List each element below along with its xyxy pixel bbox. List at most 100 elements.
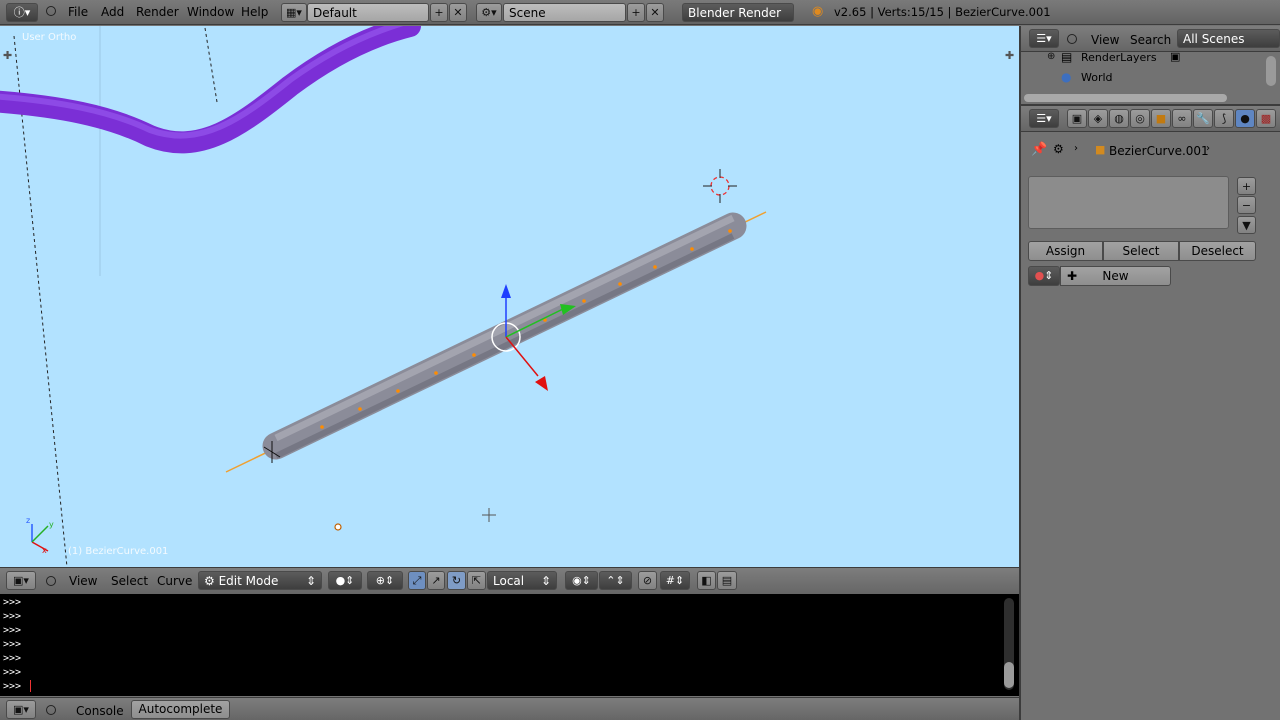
- orientation-dropdown[interactable]: Local ⇕: [487, 571, 557, 590]
- new-label: New: [1102, 269, 1129, 283]
- assign-button[interactable]: Assign: [1028, 241, 1103, 261]
- tube-mesh[interactable]: [262, 212, 747, 460]
- split-corner-icon: ✚: [1005, 49, 1014, 62]
- editor-type-icon[interactable]: ▣▾: [6, 700, 36, 719]
- collapse-menu-icon[interactable]: [46, 6, 56, 16]
- menu-view[interactable]: View: [69, 574, 97, 588]
- 3d-cursor-icon[interactable]: [703, 169, 737, 203]
- add-slot-icon[interactable]: +: [1237, 177, 1256, 195]
- scale-icon[interactable]: ⇱: [467, 571, 486, 590]
- render-icon[interactable]: ◧: [697, 571, 716, 590]
- viewport-shading-icon[interactable]: ●⇕: [328, 571, 362, 590]
- status-text: v2.65 | Verts:15/15 | BezierCurve.001: [834, 5, 1051, 19]
- outliner-scrollbar[interactable]: [1266, 56, 1276, 86]
- context-object-name: BezierCurve.001: [1109, 144, 1209, 158]
- mode-dropdown[interactable]: ⚙ Edit Mode ⇕: [198, 571, 322, 590]
- remove-screen-icon[interactable]: ✕: [449, 3, 467, 22]
- text-cursor: [30, 680, 31, 692]
- camera-icon[interactable]: ▣: [1170, 50, 1180, 63]
- render-anim-icon[interactable]: ▤: [717, 571, 737, 590]
- render-tab-icon[interactable]: ▣: [1067, 109, 1087, 128]
- manipulator-toggle-icon[interactable]: ⤢: [408, 571, 426, 590]
- console-line: >>>: [3, 625, 22, 636]
- select-button[interactable]: Select: [1103, 241, 1179, 261]
- material-tab-icon[interactable]: ●: [1235, 109, 1255, 128]
- menu-render[interactable]: Render: [136, 5, 179, 19]
- console-prompt[interactable]: >>>: [3, 681, 21, 692]
- screen-layout-field[interactable]: Default: [307, 3, 429, 22]
- scene-icon[interactable]: ⚙▾: [476, 3, 502, 22]
- viewport-canvas[interactable]: z x y ✚ ✚: [0, 26, 1019, 567]
- editor-type-icon[interactable]: ☰▾: [1029, 109, 1059, 128]
- top-info-bar: ⓘ▾ File Add Render Window Help ▦▾ Defaul…: [0, 0, 1280, 25]
- python-console[interactable]: >>> >>> >>> >>> >>> >>> >>>: [0, 594, 1019, 696]
- menu-console[interactable]: Console: [76, 704, 124, 718]
- material-slot-list[interactable]: [1028, 176, 1229, 229]
- console-scrollbar[interactable]: [1004, 598, 1014, 690]
- remove-scene-icon[interactable]: ✕: [646, 3, 664, 22]
- menu-curve[interactable]: Curve: [157, 574, 192, 588]
- menu-view[interactable]: View: [1091, 33, 1119, 47]
- collapse-menu-icon[interactable]: [46, 576, 56, 586]
- pin-icon[interactable]: 📌: [1031, 142, 1047, 157]
- z-axis-arrow-icon[interactable]: [501, 284, 511, 298]
- origin-point[interactable]: [334, 523, 342, 531]
- snap-icon[interactable]: ⊘: [638, 571, 657, 590]
- falloff-icon[interactable]: ⌃⇕: [599, 571, 632, 590]
- menu-add[interactable]: Add: [101, 5, 124, 19]
- add-scene-icon[interactable]: +: [627, 3, 645, 22]
- scene-tab-icon[interactable]: ◍: [1109, 109, 1129, 128]
- material-browse-icon[interactable]: ●⇕: [1028, 266, 1060, 286]
- scene-field[interactable]: Scene: [503, 3, 626, 22]
- menu-help[interactable]: Help: [241, 5, 268, 19]
- menu-file[interactable]: File: [68, 5, 88, 19]
- slot-menu-icon[interactable]: ▼: [1237, 216, 1256, 234]
- view-name-label: User Ortho: [22, 32, 77, 43]
- screen-layout-icon[interactable]: ▦▾: [281, 3, 307, 22]
- add-screen-icon[interactable]: +: [430, 3, 448, 22]
- editor-type-icon[interactable]: ☰▾: [1029, 29, 1059, 48]
- expand-icon[interactable]: ⊕: [1047, 51, 1055, 62]
- snap-element-icon[interactable]: #⇕: [660, 571, 690, 590]
- svg-text:x: x: [42, 546, 47, 555]
- modifiers-tab-icon[interactable]: 🔧: [1193, 109, 1213, 128]
- autocomplete-button[interactable]: Autocomplete: [131, 700, 230, 719]
- outliner-hscrollbar[interactable]: [1024, 94, 1227, 102]
- data-tab-icon[interactable]: ⟆: [1214, 109, 1234, 128]
- pivot-point-icon[interactable]: ⊕⇕: [367, 571, 403, 590]
- chevron-right-icon: ›: [1074, 143, 1078, 154]
- menu-search[interactable]: Search: [1130, 33, 1171, 47]
- remove-slot-icon[interactable]: −: [1237, 196, 1256, 214]
- x-axis-arrow-icon[interactable]: [535, 376, 548, 391]
- outliner-filter-dropdown[interactable]: All Scenes: [1177, 29, 1280, 48]
- dashed-guide-line: [204, 27, 218, 103]
- properties-header: ☰▾ ▣ ◈ ◍ ◎ ■ ∞ 🔧 ⟆ ● ▩: [1021, 106, 1280, 132]
- collapse-menu-icon[interactable]: [46, 705, 56, 715]
- console-line: >>>: [3, 597, 22, 608]
- info-editor-icon[interactable]: ⓘ▾: [6, 3, 38, 22]
- menu-select[interactable]: Select: [111, 574, 148, 588]
- proportional-edit-icon[interactable]: ◉⇕: [565, 571, 598, 590]
- editor-type-icon[interactable]: ▣▾: [6, 571, 36, 590]
- object-tab-icon[interactable]: ■: [1151, 109, 1171, 128]
- deselect-button[interactable]: Deselect: [1179, 241, 1256, 261]
- new-material-button[interactable]: ✚ New: [1060, 266, 1171, 286]
- render-engine-dropdown[interactable]: Blender Render⇕: [682, 3, 794, 22]
- x-axis-line: [505, 336, 539, 377]
- texture-tab-icon[interactable]: ▩: [1256, 109, 1276, 128]
- 3d-viewport[interactable]: z x y ✚ ✚ User Ortho (1) BezierCurve.001: [0, 26, 1019, 567]
- outliner-item-world[interactable]: World: [1081, 71, 1113, 84]
- render-layers-tab-icon[interactable]: ◈: [1088, 109, 1108, 128]
- world-tab-icon[interactable]: ◎: [1130, 109, 1150, 128]
- menu-window[interactable]: Window: [187, 5, 234, 19]
- scrollbar-thumb[interactable]: [1004, 662, 1014, 688]
- outliner-header: ☰▾ View Search All Scenes: [1021, 26, 1280, 52]
- svg-text:z: z: [26, 516, 30, 525]
- outliner-item-renderlayers[interactable]: RenderLayers: [1081, 51, 1157, 64]
- console-line: >>>: [3, 611, 22, 622]
- rotate-icon[interactable]: ↻: [447, 571, 466, 590]
- plus-icon: ✚: [1067, 269, 1078, 283]
- collapse-menu-icon[interactable]: [1067, 34, 1077, 44]
- constraints-tab-icon[interactable]: ∞: [1172, 109, 1192, 128]
- translate-icon[interactable]: ↗: [427, 571, 445, 590]
